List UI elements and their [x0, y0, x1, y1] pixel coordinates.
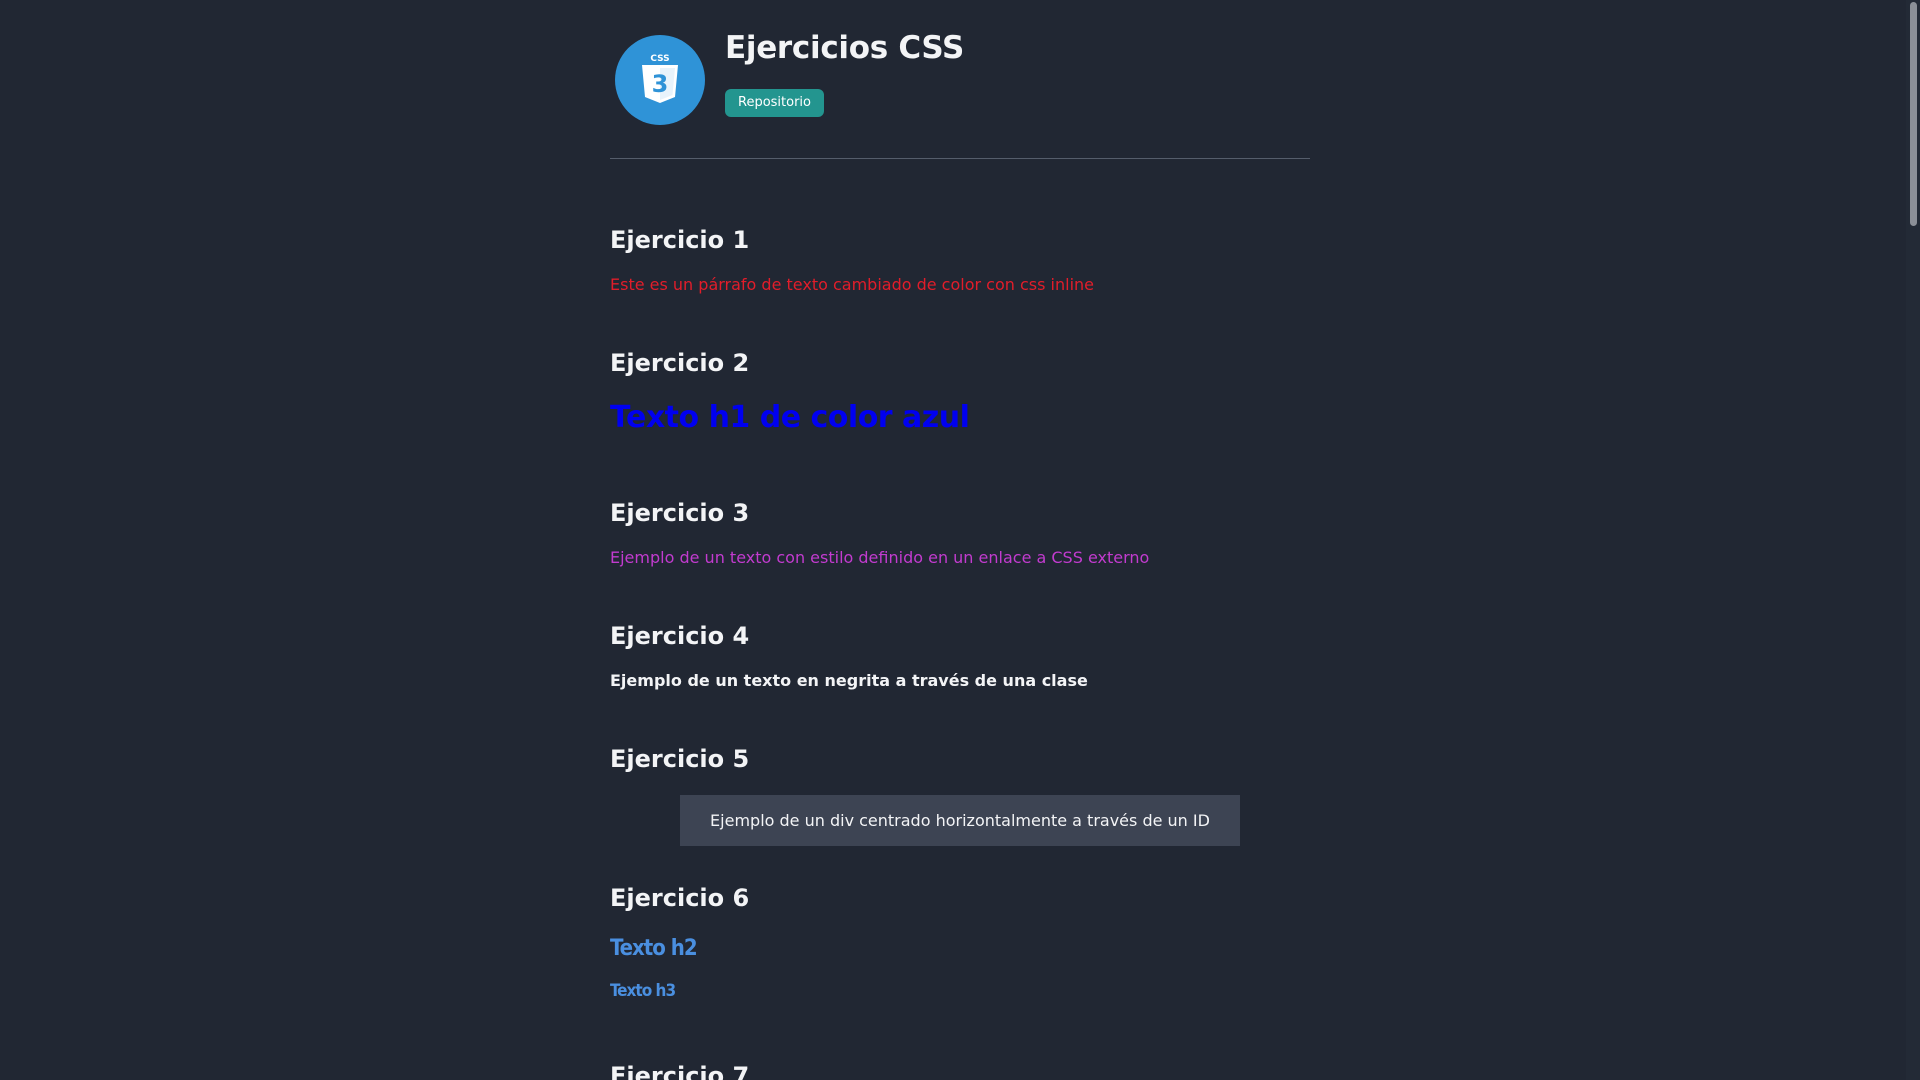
exercise-4-bold-paragraph: Ejemplo de un texto en negrita a través …	[610, 671, 1088, 690]
exercise-2-title: Ejercicio 2	[610, 349, 750, 377]
exercise-6-title: Ejercicio 6	[610, 884, 750, 912]
svg-text:CSS: CSS	[650, 54, 669, 64]
exercise-5-centered-div: Ejemplo de un div centrado horizontalmen…	[680, 795, 1240, 846]
exercise-5-title: Ejercicio 5	[610, 745, 750, 773]
header: CSS 3 Ejercicios CSS Repositorio	[610, 0, 1310, 159]
repository-button[interactable]: Repositorio	[725, 89, 824, 117]
scrollbar-thumb[interactable]	[1910, 2, 1917, 226]
exercise-7-title: Ejercicio 7	[610, 1062, 750, 1080]
exercise-2-blue-h1: Texto h1 de color azul	[610, 400, 970, 435]
svg-text:3: 3	[652, 70, 669, 98]
exercise-6-h3: Texto h3	[610, 981, 676, 1001]
page: CSS 3 Ejercicios CSS Repositorio Ejercic…	[0, 0, 1920, 1080]
exercise-6-h2: Texto h2	[610, 936, 698, 961]
exercise-1-paragraph: Este es un párrafo de texto cambiado de …	[610, 275, 1094, 294]
css3-logo: CSS 3	[615, 35, 705, 125]
css3-shield-icon: CSS 3	[642, 54, 678, 103]
vertical-scrollbar[interactable]	[1906, 0, 1920, 1080]
exercise-3-paragraph: Ejemplo de un texto con estilo definido …	[610, 548, 1150, 567]
exercise-3-title: Ejercicio 3	[610, 499, 750, 527]
exercise-4-title: Ejercicio 4	[610, 622, 750, 650]
main-container: CSS 3 Ejercicios CSS Repositorio Ejercic…	[610, 0, 1310, 1080]
exercise-1-title: Ejercicio 1	[610, 226, 750, 254]
site-title: Ejercicios CSS	[725, 30, 965, 66]
